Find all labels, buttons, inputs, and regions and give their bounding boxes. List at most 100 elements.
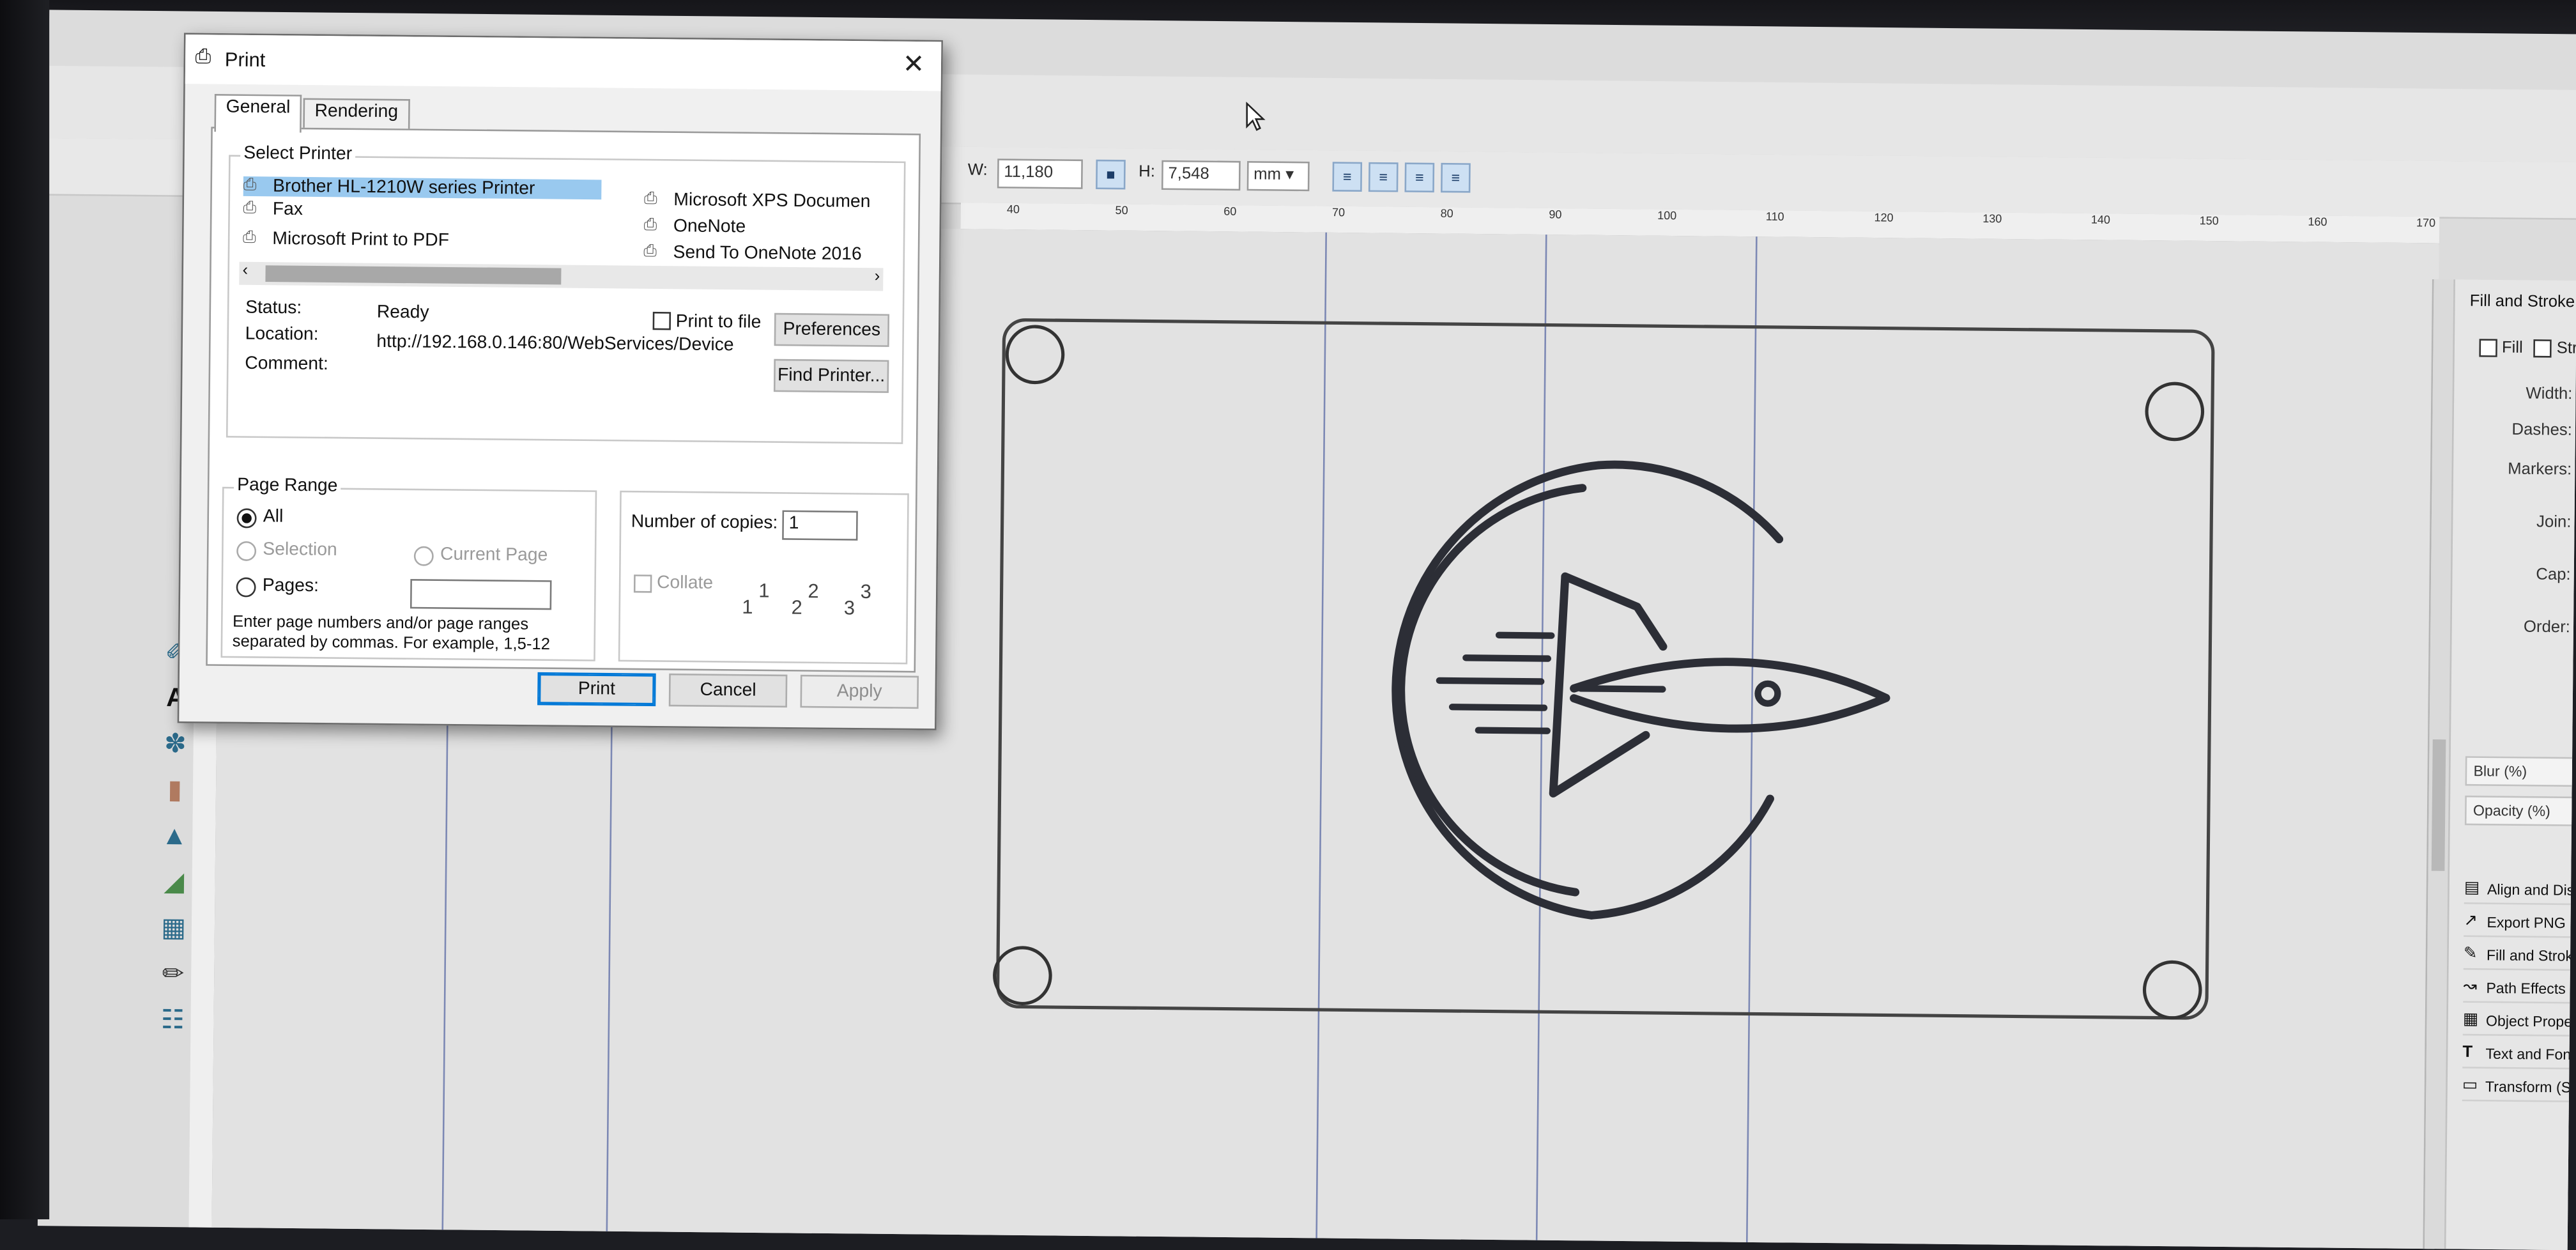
- dialog-title: Print: [224, 48, 266, 72]
- printer-icon: ⎙: [643, 242, 657, 261]
- path-effects-icon: ↝: [2463, 978, 2478, 996]
- mounting-hole: [993, 946, 1052, 1005]
- fill-stroke-title: Fill and Stroke (Sh: [2469, 293, 2576, 312]
- ruler-tick-label: 110: [1765, 212, 1784, 224]
- ruler-tick-label: 90: [1549, 210, 1562, 222]
- gradient-tool[interactable]: ◢: [156, 865, 192, 902]
- find-printer-button[interactable]: Find Printer...: [773, 359, 889, 393]
- panel-fill-stroke[interactable]: ✎ Fill and Stroke (S: [2463, 940, 2576, 971]
- panel-label: Export PNG Imag: [2487, 914, 2576, 932]
- scroll-right-icon[interactable]: ›: [874, 268, 880, 286]
- height-input[interactable]: 7,548: [1161, 160, 1241, 191]
- collate-page: 3: [843, 596, 855, 620]
- connector-tool[interactable]: ☷: [155, 1003, 191, 1040]
- blur-field[interactable]: Blur (%): [2465, 756, 2576, 787]
- spray-tool[interactable]: ✽: [157, 727, 194, 764]
- printer-item[interactable]: ⎙ Brother HL-1210W series Printer: [243, 176, 602, 200]
- panel-transform[interactable]: ▭ Transform (Shift-: [2462, 1071, 2576, 1103]
- panel-export-png[interactable]: ↗ Export PNG Imag: [2464, 907, 2576, 939]
- pages-radio[interactable]: [236, 577, 256, 598]
- tab-general[interactable]: General: [214, 94, 302, 133]
- panel-label: Transform (Shift-: [2485, 1078, 2576, 1096]
- opacity-field[interactable]: Opacity (%): [2464, 795, 2576, 827]
- scale-stroke-button[interactable]: ≡: [1332, 162, 1363, 192]
- monitor-bezel-left: [0, 0, 50, 1219]
- ruler-tick-label: 120: [1874, 213, 1894, 225]
- export-icon: ↗: [2464, 912, 2478, 930]
- printer-name: Fax: [272, 199, 303, 220]
- bucket-tool[interactable]: ▲: [156, 819, 192, 856]
- eraser-icon: ▮: [167, 776, 183, 805]
- panel-text-font[interactable]: T Text and Font (Sh: [2462, 1038, 2576, 1070]
- align-icon: ▤: [2464, 879, 2480, 898]
- mounting-hole: [2142, 960, 2202, 1020]
- scroll-thumb[interactable]: [265, 265, 562, 285]
- lock-ratio-button[interactable]: ■: [1096, 159, 1126, 190]
- mouse-cursor-icon: [1246, 102, 1266, 131]
- stroke-paint-tab[interactable]: [2534, 339, 2552, 358]
- width-input[interactable]: 11,180: [997, 158, 1083, 189]
- printer-name: Microsoft XPS Documen: [673, 190, 871, 212]
- location-value: http://192.168.0.146:80/WebServices/Devi…: [376, 332, 734, 355]
- width-label: W:: [967, 161, 988, 180]
- printer-item[interactable]: ⎙ Send To OneNote 2016: [643, 243, 862, 265]
- move-patterns-button[interactable]: ≡: [1441, 162, 1471, 193]
- ruler-tick-label: 130: [1982, 214, 2002, 226]
- ruler-tick-label: 50: [1115, 206, 1128, 218]
- printer-list-scrollbar[interactable]: ‹ ›: [239, 261, 884, 291]
- print-to-file-checkbox[interactable]: [652, 311, 671, 330]
- dock-scroll-thumb[interactable]: [2431, 739, 2446, 871]
- width-prop-label: Width:: [2526, 385, 2573, 404]
- spray-icon: ✽: [164, 730, 187, 759]
- selection-radio[interactable]: [236, 541, 257, 561]
- collate-page: 1: [742, 595, 753, 619]
- printer-item[interactable]: ⎙ OneNote: [644, 217, 746, 237]
- ruler-tick-label: 80: [1440, 208, 1453, 221]
- height-label: H:: [1138, 163, 1156, 182]
- panel-path-effects[interactable]: ↝ Path Effects (Shi: [2463, 973, 2576, 1004]
- panel-object-properties[interactable]: ▦ Object Propertie: [2462, 1006, 2576, 1037]
- print-dialog: ⎙ Print ✕ General Rendering Select Print…: [177, 33, 943, 730]
- comment-label: Comment:: [245, 353, 328, 374]
- copies-input[interactable]: 1: [782, 510, 858, 541]
- panel-label: Path Effects (Shi: [2486, 980, 2576, 998]
- printer-item[interactable]: ⎙ Microsoft XPS Documen: [644, 190, 871, 212]
- status-label: Status:: [245, 298, 302, 319]
- apply-button[interactable]: Apply: [800, 674, 919, 709]
- move-gradients-button[interactable]: ≡: [1404, 162, 1435, 193]
- collate-page: 1: [758, 579, 770, 603]
- copies-label: Number of copies:: [631, 512, 778, 534]
- printer-item[interactable]: ⎙ Fax: [243, 199, 303, 220]
- printer-name: Microsoft Print to PDF: [272, 229, 450, 251]
- text-font-icon: T: [2462, 1044, 2473, 1062]
- fill-stroke-icon: ✎: [2463, 945, 2478, 964]
- close-icon[interactable]: ✕: [903, 48, 925, 81]
- eraser-tool[interactable]: ▮: [157, 773, 193, 810]
- all-radio[interactable]: [236, 508, 257, 529]
- scroll-left-icon[interactable]: ‹: [242, 262, 248, 280]
- join-prop-label: Join:: [2536, 513, 2572, 532]
- panel-align-distribute[interactable]: ▤ Align and Distrib: [2464, 874, 2576, 906]
- select-printer-group: Select Printer ⎙ Brother HL-1210W series …: [226, 143, 906, 444]
- pages-input[interactable]: [410, 579, 552, 610]
- preferences-button[interactable]: Preferences: [774, 312, 890, 347]
- ruler-tick-label: 40: [1006, 204, 1020, 217]
- general-tab-panel: Select Printer ⎙ Brother HL-1210W series …: [206, 127, 921, 673]
- unit-select[interactable]: mm ▾: [1246, 161, 1310, 192]
- dropper-tool[interactable]: ✏: [155, 957, 191, 994]
- printer-icon: ⎙: [643, 190, 657, 208]
- stroke-paint-tab-label: Stroke pa: [2556, 339, 2576, 359]
- mesh-tool[interactable]: ▦: [155, 911, 192, 948]
- collate-checkbox[interactable]: [633, 575, 652, 593]
- gradient-icon: ◢: [164, 868, 185, 897]
- fill-tab[interactable]: [2479, 339, 2497, 357]
- markers-prop-label: Markers:: [2508, 460, 2572, 480]
- cancel-button[interactable]: Cancel: [668, 673, 788, 708]
- printer-item[interactable]: ⎙ Microsoft Print to PDF: [243, 229, 449, 251]
- page-range-group: Page Range All Selection Current Page Pa…: [220, 475, 597, 661]
- collate-page: 2: [791, 596, 802, 619]
- scale-corners-button[interactable]: ≡: [1368, 162, 1399, 192]
- print-button[interactable]: Print: [537, 672, 656, 707]
- current-page-radio[interactable]: [413, 546, 434, 566]
- printer-name: Brother HL-1210W series Printer: [272, 176, 535, 199]
